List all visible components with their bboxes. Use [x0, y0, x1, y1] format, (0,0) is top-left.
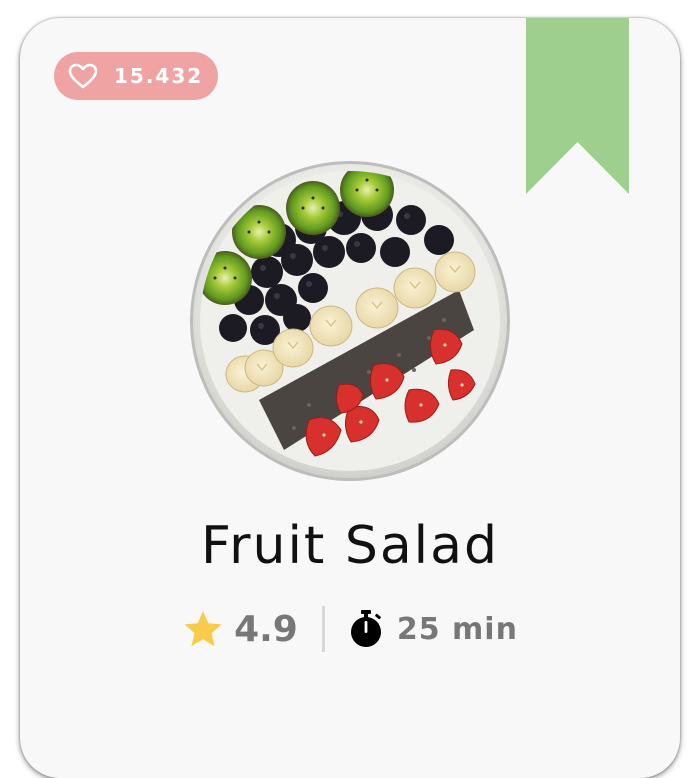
star-icon [184, 611, 222, 647]
bookmark-icon[interactable] [526, 18, 629, 194]
meta-divider [321, 606, 325, 652]
heart-icon [68, 63, 98, 89]
recipe-meta: 4.9 25 min [20, 606, 680, 652]
likes-count: 15.432 [114, 64, 204, 88]
fruit-salad-photo [190, 161, 510, 481]
duration-value: 25 min [396, 611, 518, 647]
stopwatch-icon [350, 610, 381, 647]
recipe-card[interactable]: 15.432 Fruit Salad 4.9 25 min [20, 18, 680, 778]
likes-badge[interactable]: 15.432 [54, 52, 218, 100]
rating-value: 4.9 [234, 608, 298, 650]
recipe-title: Fruit Salad [200, 516, 500, 576]
